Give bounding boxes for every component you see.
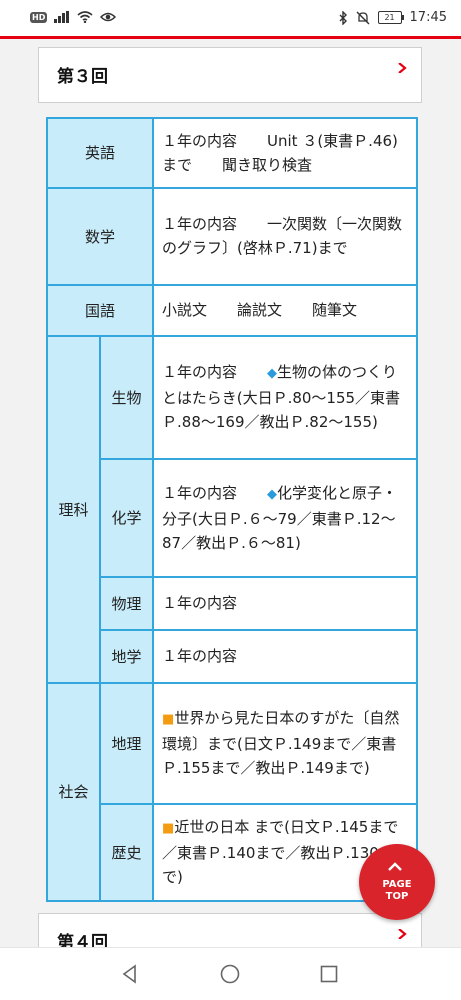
table-row: 地学 １年の内容 bbox=[47, 629, 419, 684]
page-top-line2: TOP bbox=[385, 891, 409, 902]
exam-scope-table: 英語 １年の内容 Unit ３(東書Ｐ.46)まで 聞き取り検査 数学 １年の内… bbox=[45, 117, 419, 902]
subject-social: 社会 bbox=[46, 682, 101, 902]
square-bullet-icon: ■ bbox=[162, 821, 175, 836]
accordion-third[interactable]: 第３回 bbox=[38, 47, 422, 103]
accordion-fourth[interactable]: 第４回 bbox=[38, 913, 422, 947]
accordion-title: 第３回 bbox=[57, 67, 108, 87]
bluetooth-icon bbox=[339, 10, 347, 25]
japanese-scope: 小説文 論説文 随筆文 bbox=[152, 284, 419, 337]
battery-icon: 21 bbox=[377, 11, 404, 24]
table-row: 化学 １年の内容 ◆化学変化と原子・分子(大日Ｐ.６〜79／東書Ｐ.12〜87／… bbox=[47, 458, 419, 578]
subject-math: 数学 bbox=[45, 187, 155, 286]
status-bar: HD 21 17:45 bbox=[0, 0, 461, 36]
geography-text: 世界から見た日本のすがた〔自然環境〕まで(日文Ｐ.149まで／東書Ｐ.155まで… bbox=[162, 709, 400, 777]
chemistry-lead: １年の内容 bbox=[162, 483, 268, 502]
table-row: 物理 １年の内容 bbox=[47, 576, 419, 631]
table-row: 英語 １年の内容 Unit ３(東書Ｐ.46)まで 聞き取り検査 bbox=[45, 117, 419, 189]
biology-scope: １年の内容 ◆生物の体のつくりとはたらき(大日Ｐ.80〜155／東書Ｐ.88〜1… bbox=[152, 335, 419, 460]
page-top-button[interactable]: PAGE TOP bbox=[359, 844, 435, 920]
page-content: 第３回 英語 １年の内容 Unit ３(東書Ｐ.46)まで 聞き取り検査 数学 … bbox=[0, 39, 461, 947]
math-scope: １年の内容 一次関数〔一次関数のグラフ〕(啓林Ｐ.71)まで bbox=[152, 187, 419, 286]
diamond-bullet-icon: ◆ bbox=[267, 486, 278, 502]
english-scope: １年の内容 Unit ３(東書Ｐ.46)まで 聞き取り検査 bbox=[152, 117, 419, 189]
table-row: 数学 １年の内容 一次関数〔一次関数のグラフ〕(啓林Ｐ.71)まで bbox=[45, 187, 419, 286]
mute-bell-icon bbox=[356, 11, 370, 24]
subject-japanese: 国語 bbox=[45, 284, 155, 337]
wifi-icon bbox=[77, 11, 93, 23]
subject-english: 英語 bbox=[45, 117, 155, 189]
square-bullet-icon: ■ bbox=[162, 712, 175, 727]
sub-chemistry: 化学 bbox=[98, 458, 155, 578]
physics-scope: １年の内容 bbox=[152, 576, 419, 631]
system-nav-bar bbox=[0, 947, 461, 1000]
earth-scope: １年の内容 bbox=[152, 629, 419, 684]
table-row: 理科 生物 １年の内容 ◆生物の体のつくりとはたらき(大日Ｐ.80〜155／東書… bbox=[46, 335, 419, 684]
sub-biology: 生物 bbox=[98, 335, 155, 460]
back-icon[interactable] bbox=[119, 963, 141, 985]
accordion-title: 第４回 bbox=[57, 933, 108, 947]
hd-icon: HD bbox=[30, 11, 48, 23]
chemistry-scope: １年の内容 ◆化学変化と原子・分子(大日Ｐ.６〜79／東書Ｐ.12〜87／教出Ｐ… bbox=[152, 458, 419, 578]
table-row: 社会 地理 ■世界から見た日本のすがた〔自然環境〕まで(日文Ｐ.149まで／東書… bbox=[46, 682, 419, 902]
clock: 17:45 bbox=[409, 10, 447, 25]
home-icon[interactable] bbox=[219, 963, 241, 985]
chevron-right-icon bbox=[398, 929, 407, 939]
chevron-right-icon bbox=[398, 63, 407, 73]
diamond-bullet-icon: ◆ bbox=[267, 366, 278, 381]
sub-physics: 物理 bbox=[98, 576, 155, 631]
biology-lead: １年の内容 bbox=[162, 363, 268, 381]
sub-geography: 地理 bbox=[98, 682, 155, 805]
page-top-label: PAGE TOP bbox=[359, 879, 435, 903]
page-top-line1: PAGE bbox=[382, 879, 412, 890]
sub-history: 歴史 bbox=[98, 803, 155, 902]
signal-icon bbox=[54, 11, 70, 23]
table-row: 国語 小説文 論説文 随筆文 bbox=[45, 284, 419, 337]
recents-icon[interactable] bbox=[318, 963, 340, 985]
eye-icon bbox=[100, 12, 117, 22]
subject-science: 理科 bbox=[46, 335, 101, 684]
geography-scope: ■世界から見た日本のすがた〔自然環境〕まで(日文Ｐ.149まで／東書Ｐ.155ま… bbox=[152, 682, 419, 805]
sub-earth: 地学 bbox=[98, 629, 155, 684]
chevron-up-icon bbox=[388, 862, 402, 871]
